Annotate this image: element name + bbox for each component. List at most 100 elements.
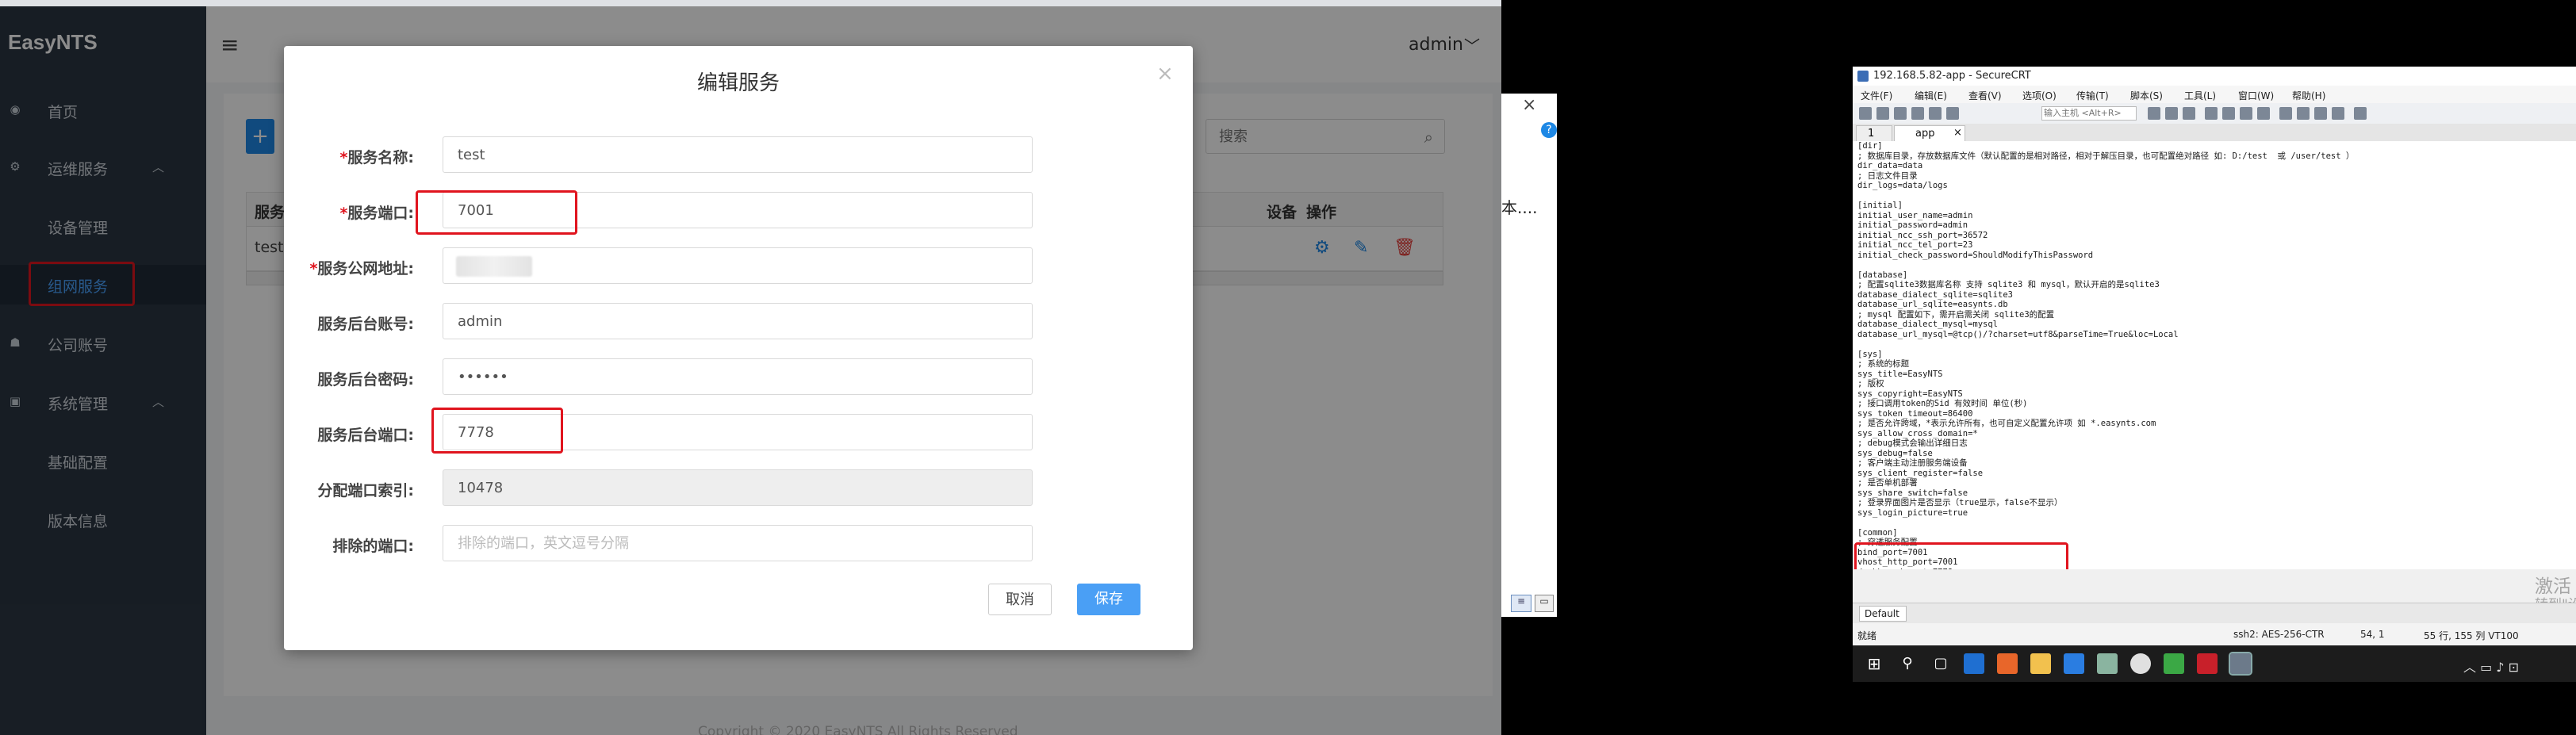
- field-label: 排除的端口:: [332, 538, 414, 555]
- reconnect-icon[interactable]: [1911, 107, 1924, 120]
- session-icon[interactable]: [1946, 107, 1959, 120]
- edit-service-modal: 编辑服务 × *服务名称: *服务端口: *服务公网地址: 服务后台账号:: [284, 46, 1193, 650]
- disconnect-icon[interactable]: [1929, 107, 1942, 120]
- excluded-ports-input[interactable]: [456, 534, 1014, 553]
- field-label: 服务公网地址:: [317, 260, 414, 278]
- cancel-button[interactable]: 取消: [988, 584, 1052, 615]
- close-icon[interactable]: ×: [1522, 95, 1536, 115]
- start-icon[interactable]: ⊞: [1864, 653, 1884, 674]
- task-view-icon[interactable]: ▢: [1930, 653, 1951, 674]
- terminal-text: [dir] ; 数据库目录，存放数据库文件（默认配置的是相对路径，相对于解压目录…: [1857, 141, 2355, 569]
- connect-tab-icon[interactable]: [1894, 107, 1907, 120]
- view-grid-icon[interactable]: ▭: [1535, 595, 1554, 612]
- menu-options[interactable]: 选项(O): [2022, 89, 2057, 102]
- admin-account-input[interactable]: [456, 312, 1014, 331]
- form-row-admin-port: 服务后台端口:: [284, 408, 1193, 454]
- annotation-box-terminal: [1854, 542, 2068, 569]
- truncated-text: 本....: [1501, 198, 1538, 217]
- form-row-admin-account: 服务后台账号:: [284, 303, 1193, 341]
- session-tabs: 1 app ×: [1853, 124, 2576, 142]
- session-tab-app[interactable]: app ×: [1894, 125, 1965, 141]
- quick-connect-icon[interactable]: [1876, 107, 1889, 120]
- session-tab-1[interactable]: 1: [1856, 125, 1892, 141]
- field-label: 服务端口:: [347, 205, 414, 222]
- status-ready: 就绪: [1857, 630, 1877, 641]
- outlook-icon[interactable]: [2064, 653, 2084, 674]
- securecrt-app-icon: [1857, 71, 1869, 82]
- form-row-port-index: 分配端口索引:: [284, 469, 1193, 507]
- field-label: 分配端口索引:: [317, 482, 414, 500]
- menu-view[interactable]: 查看(V): [1968, 89, 2002, 102]
- service-name-input[interactable]: [456, 146, 1014, 164]
- form-row-service-name: *服务名称:: [284, 136, 1193, 174]
- menu-transfer[interactable]: 传输(T): [2076, 89, 2109, 102]
- help-icon[interactable]: [2332, 107, 2344, 120]
- close-icon[interactable]: ×: [1953, 127, 1962, 139]
- annotation-box-service-port: [416, 190, 577, 235]
- tab-label: app: [1915, 128, 1935, 140]
- sftp-icon[interactable]: [2222, 107, 2235, 120]
- chrome-icon[interactable]: [2130, 653, 2151, 674]
- admin-password-input[interactable]: [456, 368, 1014, 386]
- securecrt-window: 192.168.5.82-app - SecureCRT 文件(F) 编辑(E)…: [1853, 67, 2576, 645]
- status-size: 55 行, 155 列 VT100: [2424, 630, 2519, 641]
- securecrt-taskbar-icon[interactable]: [2229, 652, 2252, 676]
- firefox-icon[interactable]: [1997, 653, 2018, 674]
- log-icon[interactable]: [2297, 107, 2310, 120]
- blurred-address: [456, 256, 532, 277]
- view-list-icon[interactable]: ≡: [1511, 595, 1531, 612]
- connect-icon[interactable]: [1859, 107, 1872, 120]
- form-row-public-address: *服务公网地址:: [284, 247, 1193, 285]
- keymap-icon[interactable]: [2240, 107, 2252, 120]
- field-label: 服务后台端口:: [317, 427, 414, 444]
- save-button[interactable]: 保存: [1077, 584, 1140, 615]
- settings-icon[interactable]: [2279, 107, 2292, 120]
- quick-host-box: [2041, 106, 2137, 121]
- form-row-admin-password: 服务后台密码:: [284, 358, 1193, 396]
- window-titlebar: 192.168.5.82-app - SecureCRT: [1853, 67, 2576, 86]
- field-label: 服务后台密码:: [317, 371, 414, 389]
- menu-window[interactable]: 窗口(W): [2238, 89, 2274, 102]
- background-window-fragment: × ? 本.... ≡ ▭: [1501, 94, 1557, 617]
- quick-host-input[interactable]: [2042, 107, 2136, 119]
- menu-help[interactable]: 帮助(H): [2292, 89, 2325, 102]
- windows-taskbar: ⊞ ⚲ ▢ ︿ ▭ ♪ ⊡: [1853, 645, 2576, 682]
- button-bar: Default: [1853, 603, 2576, 624]
- window-title: 192.168.5.82-app - SecureCRT: [1873, 70, 2031, 82]
- status-bar: 就绪 ssh2: AES-256-CTR 54, 1 55 行, 155 列 V…: [1853, 623, 2576, 645]
- edge-icon[interactable]: [1964, 653, 1984, 674]
- browser-window: EasyNTS ◉ 首页 ⚙ 运维服务 ︿ 设备管理 组网服务 ☗ 公司账号 ▣…: [0, 0, 1501, 735]
- app-icon[interactable]: [2197, 653, 2218, 674]
- default-button-tab[interactable]: Default: [1859, 606, 1907, 622]
- modal-title: 编辑服务: [696, 71, 780, 95]
- file-explorer-icon[interactable]: [2030, 653, 2051, 674]
- browser-chrome-strip: [0, 0, 1501, 6]
- help-icon[interactable]: ?: [1541, 122, 1557, 138]
- public-address-input[interactable]: [456, 257, 1014, 275]
- find-icon[interactable]: [2183, 107, 2195, 120]
- key-icon[interactable]: [2314, 107, 2327, 120]
- port-index-input: [456, 479, 1014, 497]
- search-icon[interactable]: ⚲: [1897, 653, 1918, 674]
- paste-icon[interactable]: [2165, 107, 2178, 120]
- field-label: 服务名称:: [347, 149, 414, 167]
- menu-script[interactable]: 脚本(S): [2130, 89, 2163, 102]
- print-icon[interactable]: [2205, 107, 2218, 120]
- close-icon[interactable]: ×: [1156, 62, 1174, 86]
- screen-icon[interactable]: [2354, 107, 2367, 120]
- system-tray[interactable]: ︿ ▭ ♪ ⊡: [2463, 657, 2519, 676]
- menu-file[interactable]: 文件(F): [1861, 89, 1892, 102]
- tab-label: Default: [1865, 608, 1899, 619]
- options-icon[interactable]: [2257, 107, 2270, 120]
- photos-icon[interactable]: [2097, 653, 2118, 674]
- status-cursor: 54, 1: [2360, 629, 2385, 640]
- field-label: 服务后台账号:: [317, 316, 414, 333]
- terminal-output[interactable]: [dir] ; 数据库目录，存放数据库文件（默认配置的是相对路径，相对于解压目录…: [1853, 141, 2576, 569]
- menu-tools[interactable]: 工具(L): [2184, 89, 2216, 102]
- toolbar: [1853, 103, 2576, 124]
- wechat-icon[interactable]: [2164, 653, 2184, 674]
- menu-edit[interactable]: 编辑(E): [1915, 89, 1947, 102]
- status-cipher: ssh2: AES-256-CTR: [2233, 629, 2325, 640]
- form-row-excluded-ports: 排除的端口:: [284, 525, 1193, 563]
- copy-icon[interactable]: [2148, 107, 2160, 120]
